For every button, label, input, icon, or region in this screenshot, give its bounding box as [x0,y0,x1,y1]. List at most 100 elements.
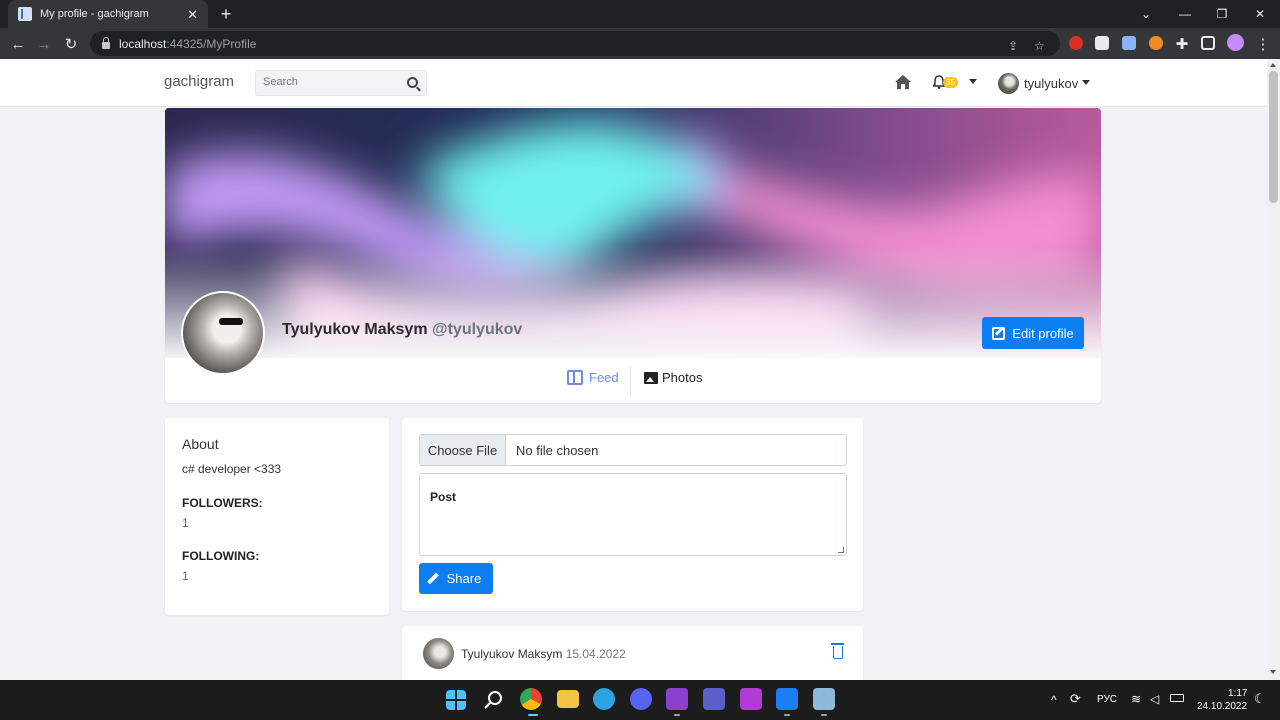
about-card: About c# developer <333 FOLLOWERS: 1 FOL… [165,418,389,615]
search-icon[interactable] [407,77,418,88]
maximize-button[interactable]: ❐ [1204,0,1240,28]
reload-icon[interactable]: ↻ [59,32,83,56]
tray-overflow-icon[interactable]: ^ [1051,693,1057,707]
file-input[interactable]: Choose File No file chosen [419,434,847,466]
notifications-dropdown[interactable]: 35 [933,75,977,91]
phpstorm-icon[interactable] [740,688,762,710]
extension-icon[interactable] [1149,36,1163,50]
close-tab-icon[interactable]: ✕ [187,8,198,21]
pen-icon [426,572,439,585]
notification-center-icon[interactable]: ☾ [1254,691,1266,707]
feed-icon [567,370,583,385]
volume-icon[interactable]: ◁ [1150,692,1159,706]
post-card: Tyulyukov Maksym 15.04.2022 [402,626,863,680]
scroll-up-icon[interactable] [1270,63,1276,67]
search-input[interactable] [263,76,393,88]
chrome-icon[interactable] [520,688,542,710]
wifi-icon[interactable]: ≋ [1131,692,1141,706]
running-app-indicator [784,714,790,716]
back-icon[interactable]: ← [6,32,30,56]
tab-photos[interactable]: Photos [644,370,702,385]
tab-divider [630,366,631,396]
file-explorer-icon[interactable] [557,690,579,708]
post-author[interactable]: Tyulyukov Maksym [461,647,562,661]
scrollbar-thumb[interactable] [1269,71,1278,203]
telegram-icon[interactable] [593,688,615,710]
post-date: 15.04.2022 [565,647,626,661]
browser-menu-icon[interactable]: ⋮ [1251,32,1275,56]
search-icon[interactable] [484,690,504,710]
tab-search-icon[interactable]: ⌄ [1128,0,1164,28]
battery-icon[interactable] [1170,694,1184,702]
tab-feed[interactable]: Feed [567,370,619,385]
sync-icon[interactable]: ⟳ [1070,691,1081,707]
intellij-icon[interactable] [776,688,798,710]
extension-icon[interactable] [1069,36,1083,50]
clock-date[interactable]: 24.10.2022 [1197,701,1247,712]
profile-tabs: Feed Photos [165,366,1101,396]
forward-icon[interactable]: → [32,32,56,56]
url-path: :44325/MyProfile [166,36,257,51]
chevron-down-icon [1082,80,1090,85]
notification-badge: 35 [943,77,958,88]
os-taskbar: ^ ⟳ РУС ≋ ◁ 1:17 24.10.2022 ☾ [0,680,1280,720]
home-icon[interactable] [895,75,911,89]
extension-icon[interactable] [1095,36,1109,50]
new-tab-button[interactable]: + [216,4,236,24]
tab-photos-label: Photos [662,370,703,385]
edit-profile-button[interactable]: Edit profile [982,317,1084,349]
avatar[interactable] [423,638,454,669]
image-viewer-icon[interactable] [813,688,835,710]
profile-avatar-detail [219,318,243,325]
profile-title: Tyulyukov Maksym @tyulyukov [282,321,522,339]
extension-icon[interactable] [1122,36,1136,50]
windows-start-icon[interactable] [446,690,466,710]
side-panel-icon[interactable] [1201,36,1215,50]
share-button[interactable]: Share [419,563,493,594]
profile-full-name: Tyulyukov Maksym [282,321,428,338]
username-label: tyulyukov [1024,75,1079,91]
active-app-indicator [528,714,538,716]
page-scrollbar[interactable] [1267,59,1280,680]
profile-header-card: Tyulyukov Maksym @tyulyukov Edit profile… [165,108,1101,403]
lock-icon [102,37,110,49]
profile-avatar[interactable] [181,291,265,375]
site-brand[interactable]: gachigram [164,73,234,90]
browser-tabstrip: My profile - gachigram ✕ + ⌄ — ❐ ✕ [0,0,1280,28]
teams-icon[interactable] [703,688,725,710]
discord-icon[interactable] [630,688,652,710]
language-indicator[interactable]: РУС [1097,694,1117,705]
close-window-button[interactable]: ✕ [1242,0,1278,28]
browser-toolbar: ← → ↻ localhost :44325/MyProfile ⇪ ☆ ✚ ⋮ [0,28,1280,59]
avatar [998,72,1019,94]
browser-tab-title: My profile - gachigram [40,8,149,20]
url-host: localhost [119,36,167,51]
extensions-puzzle-icon[interactable]: ✚ [1170,32,1194,56]
choose-file-button[interactable]: Choose File [420,435,506,465]
post-textarea[interactable] [419,473,847,556]
minimize-button[interactable]: — [1167,0,1203,28]
browser-tab[interactable]: My profile - gachigram ✕ [8,0,208,28]
followers-label: FOLLOWERS: [182,496,263,510]
following-count[interactable]: 1 [182,569,189,583]
user-menu[interactable]: tyulyukov [998,72,1096,94]
clock-time[interactable]: 1:17 [1228,688,1247,699]
site-navbar: gachigram 35 tyulyukov [0,59,1267,107]
profile-handle: @tyulyukov [432,321,523,338]
resize-handle-icon[interactable] [838,547,844,553]
scroll-down-icon[interactable] [1270,670,1276,674]
image-icon [644,371,658,384]
running-app-indicator [674,714,680,716]
visual-studio-icon[interactable] [666,688,688,710]
share-icon[interactable]: ⇪ [1008,39,1018,53]
chevron-down-icon [969,79,977,84]
followers-count[interactable]: 1 [182,516,189,530]
post-header: Tyulyukov Maksym 15.04.2022 [461,647,626,661]
about-bio: c# developer <333 [182,462,282,476]
edit-profile-label: Edit profile [1012,325,1074,341]
address-bar[interactable]: localhost :44325/MyProfile ⇪ ☆ [90,31,1060,56]
bookmark-star-icon[interactable]: ☆ [1034,39,1045,53]
trash-icon[interactable] [831,643,844,659]
profile-avatar-icon[interactable] [1227,34,1244,51]
page-favicon-icon [18,7,32,21]
